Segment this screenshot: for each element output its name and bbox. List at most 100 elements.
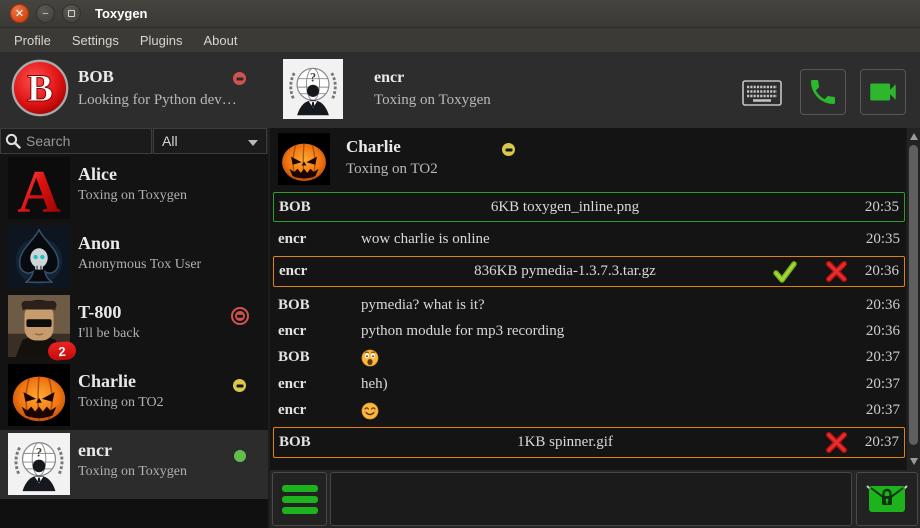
chat-peer-status: Toxing on TO2 [346,161,438,178]
chat-history: Charlie Toxing on TO2 BOB 6KB toxygen_in… [270,128,920,470]
top-panel: BOB Looking for Python dev… encr Toxing … [0,52,920,128]
message-author: encr [273,376,361,393]
message-row: BOB pymedia? what is it? 20:36 [273,292,905,318]
menu-settings[interactable]: Settings [70,31,121,50]
accept-file-button[interactable] [773,260,797,284]
message-time: 20:37 [848,434,904,451]
message-author: BOB [274,434,362,451]
message-time: 20:36 [849,323,905,340]
contact-row-charlie[interactable]: Charlie Toxing on TO2 [0,361,268,430]
self-avatar[interactable] [10,58,70,118]
message-text: wow charlie is online [361,231,849,248]
video-call-button[interactable] [860,69,906,115]
message-row: encr 20:37 [273,397,905,423]
pumpkin-avatar [278,133,330,185]
message-text: pymedia? what is it? [361,297,849,314]
contact-row-anon[interactable]: Anon Anonymous Tox User [0,223,268,292]
attachment-menu-button[interactable] [272,472,327,526]
contact-row-alice[interactable]: Alice Toxing on Toxygen [0,154,268,223]
contact-row-encr[interactable]: encr Toxing on Toxygen [0,430,268,499]
shocked-emoji-icon [361,349,379,367]
sidebar-footer [0,499,268,528]
menu-about[interactable]: About [201,31,239,50]
chat-scrollbar[interactable] [906,128,920,470]
message-time: 20:36 [849,297,905,314]
online-status-icon [234,450,246,462]
contact-status-message: Toxing on TO2 [78,395,164,411]
conversation-peer-status: Toxing on Toxygen [374,92,491,109]
file-transfer-label: 836KB pymedia-1.3.7.3.tar.gz [362,263,768,280]
smile-emoji-icon [361,402,379,420]
send-message-button[interactable] [856,472,918,526]
search-input[interactable] [21,133,151,149]
contact-status-message: I'll be back [78,326,140,342]
message-row: encr heh) 20:37 [273,371,905,397]
contact-filter-value: All [162,133,178,149]
scrollbar-thumb[interactable] [909,145,918,445]
contact-name: Anon [78,233,120,254]
message-time: 20:37 [849,376,905,393]
message-text: python module for mp3 recording [361,323,849,340]
message-author: BOB [274,199,362,216]
busy-status-icon[interactable] [233,72,246,85]
contact-status-message: Toxing on Toxygen [78,188,187,204]
file-transfer-row: BOB 1KB spinner.gif 20:37 [273,427,905,458]
message-author: encr [273,402,361,419]
message-author: encr [273,323,361,340]
audio-call-button[interactable] [800,69,846,115]
unread-count-badge: 2 [47,341,76,361]
titlebar: ✕ − Toxygen [0,0,920,28]
menubar: Profile Settings Plugins About [0,28,920,52]
window-title: Toxygen [95,6,148,21]
contact-name: Alice [78,164,117,185]
search-box [0,128,152,154]
anonymous-avatar [8,433,70,495]
away-status-icon [502,143,515,156]
message-author: BOB [273,349,361,366]
busy-status-icon [231,307,249,325]
message-row: encr wow charlie is online 20:35 [273,226,905,252]
message-time: 20:37 [849,402,905,419]
menu-profile[interactable]: Profile [12,31,53,50]
video-camera-icon [866,75,900,109]
decline-file-button[interactable] [825,260,848,283]
hamburger-menu-icon [282,485,318,492]
spade-skull-avatar [8,226,70,288]
file-transfer-row: BOB 6KB toxygen_inline.png 20:35 [273,192,905,222]
composer-bar [270,470,920,528]
menu-plugins[interactable]: Plugins [138,31,185,50]
alice-avatar [8,157,70,219]
message-time: 20:36 [848,263,904,280]
file-transfer-label: 1KB spinner.gif [362,434,768,451]
contact-name: Charlie [78,371,136,392]
message-time: 20:35 [849,231,905,248]
decline-file-button[interactable] [825,431,848,454]
contact-row-t800[interactable]: T-800 I'll be back 2 [0,292,268,361]
scroll-up-arrow-icon[interactable] [910,133,918,140]
away-status-icon [233,379,246,392]
message-row: encr python module for mp3 recording 20:… [273,318,905,344]
window-maximize-button[interactable] [62,4,81,23]
self-name[interactable]: BOB [78,67,114,87]
message-time: 20:35 [848,199,904,216]
message-author: encr [273,231,361,248]
contact-name: T-800 [78,302,121,323]
window-minimize-button[interactable]: − [36,4,55,23]
message-row: BOB 20:37 [273,344,905,370]
phone-icon [807,76,839,108]
chevron-down-icon [248,140,258,146]
conversation-peer-avatar [283,59,343,119]
message-time: 20:37 [849,349,905,366]
contact-list: Alice Toxing on Toxygen Anon Anonymous T… [0,154,268,528]
pumpkin-avatar [8,364,70,426]
message-text: heh) [361,376,849,393]
scroll-down-arrow-icon[interactable] [910,458,918,465]
keyboard-icon[interactable] [742,80,782,106]
file-transfer-row: encr 836KB pymedia-1.3.7.3.tar.gz 20:36 [273,256,905,287]
window-close-button[interactable]: ✕ [10,4,29,23]
chat-peer-item[interactable]: Charlie Toxing on TO2 [274,131,904,187]
contact-filter-dropdown[interactable]: All [153,128,267,154]
self-status-message[interactable]: Looking for Python dev… [78,92,237,109]
message-author: BOB [273,297,361,314]
message-input[interactable] [330,472,852,526]
